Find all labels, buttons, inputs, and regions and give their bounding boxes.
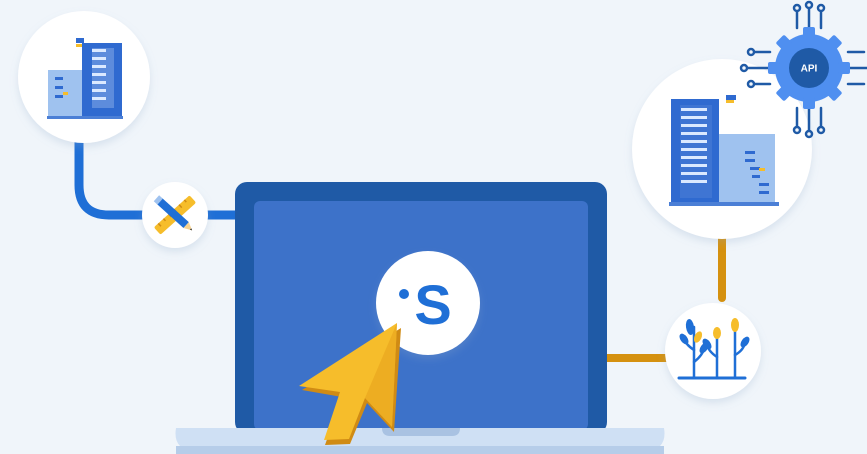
logo-dot (399, 289, 409, 299)
plants-circle (665, 303, 761, 399)
laptop-base-edge (176, 446, 664, 454)
integration-illustration: API S (18, 0, 867, 454)
left-building-node (18, 11, 150, 143)
tools-node (142, 182, 208, 248)
logo-letter: S (414, 273, 451, 336)
api-label: API (801, 64, 818, 75)
plants-node (665, 303, 761, 399)
